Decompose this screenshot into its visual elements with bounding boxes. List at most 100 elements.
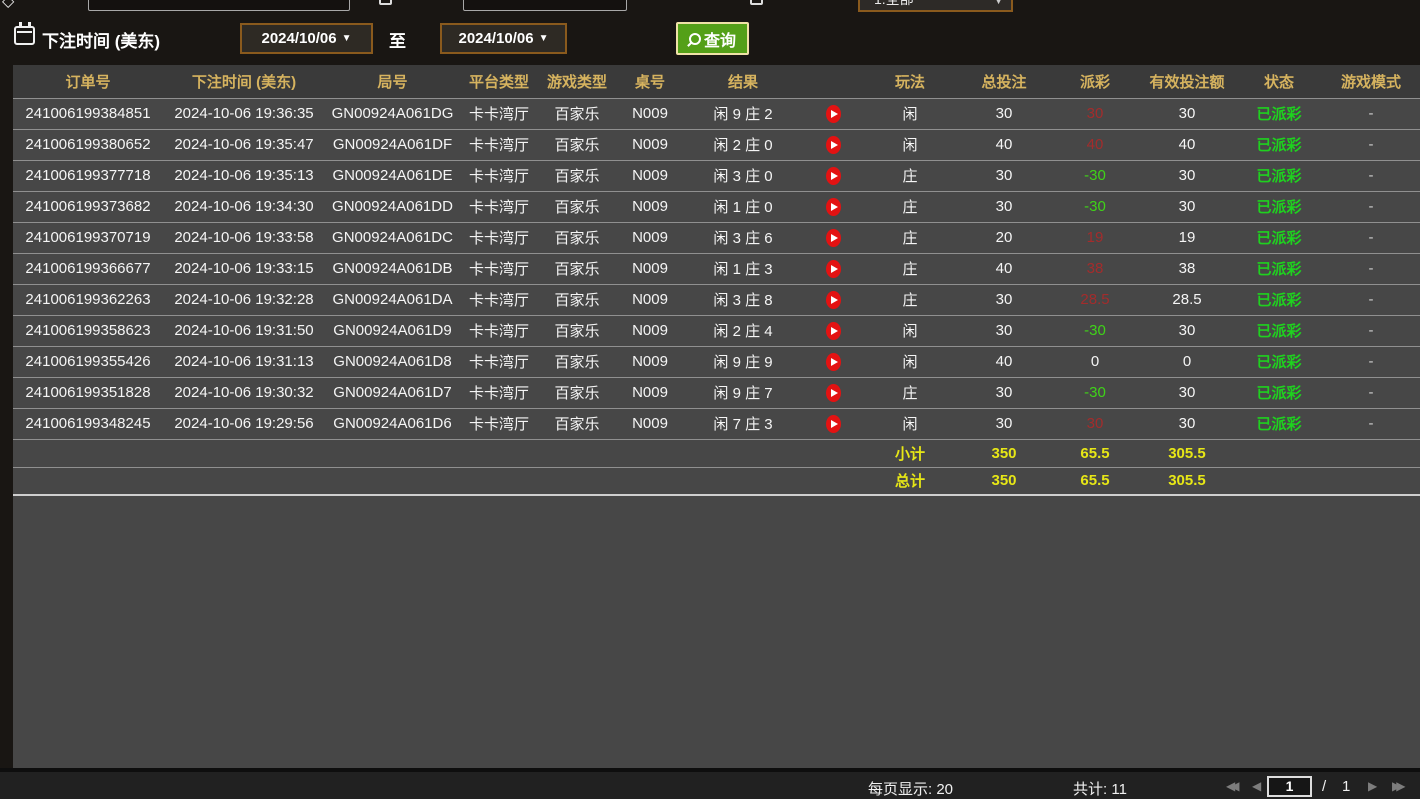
game-type-cell: 百家乐: [538, 377, 616, 408]
play-cell: 庄: [864, 377, 956, 408]
table-no-cell: N009: [616, 315, 684, 346]
round-cell: GN00924A061DA: [325, 284, 460, 315]
last-page-icon[interactable]: ▶▶: [1392, 779, 1400, 793]
result-cell: 闲 1 庄 0: [684, 191, 802, 222]
round-cell: GN00924A061DC: [325, 222, 460, 253]
bet-time-cell: 2024-10-06 19:33:58: [163, 222, 325, 253]
table-row: 2410061993586232024-10-06 19:31:50GN0092…: [13, 315, 1420, 346]
filter-dropdown[interactable]: 1.全部 ▼: [858, 0, 1013, 12]
replay-cell: [802, 222, 864, 253]
order-cell: 241006199348245: [13, 408, 163, 439]
subtotal-label: 小计: [864, 439, 956, 467]
bet-time-cell: 2024-10-06 19:31:50: [163, 315, 325, 346]
bet-time-cell: 2024-10-06 19:36:35: [163, 98, 325, 129]
order-cell: 241006199366677: [13, 253, 163, 284]
round-cell: GN00924A061DF: [325, 129, 460, 160]
payout-cell: 0: [1052, 346, 1138, 377]
total-bet-cell: 30: [956, 408, 1052, 439]
round-cell: GN00924A061D6: [325, 408, 460, 439]
filter-input-2[interactable]: [463, 0, 627, 11]
order-cell: 241006199362263: [13, 284, 163, 315]
replay-icon[interactable]: [826, 260, 841, 278]
play-cell: 闲: [864, 129, 956, 160]
date-from-picker[interactable]: 2024/10/06 ▼: [240, 23, 373, 54]
filter-input-1[interactable]: [88, 0, 350, 11]
current-page-input[interactable]: 1: [1267, 776, 1312, 797]
grand-total-label: 总计: [864, 467, 956, 495]
col-header-valid-bet: 有效投注额: [1138, 65, 1236, 98]
order-cell: 241006199370719: [13, 222, 163, 253]
replay-icon[interactable]: [826, 384, 841, 402]
play-cell: 庄: [864, 222, 956, 253]
payout-cell: 30: [1052, 98, 1138, 129]
replay-cell: [802, 377, 864, 408]
status-cell: 已派彩: [1236, 160, 1322, 191]
table-no-cell: N009: [616, 98, 684, 129]
table-row: 2410061993707192024-10-06 19:33:58GN0092…: [13, 222, 1420, 253]
replay-icon[interactable]: [826, 415, 841, 433]
table-no-cell: N009: [616, 408, 684, 439]
date-from-value: 2024/10/06: [262, 30, 337, 47]
table-header-row: 订单号 下注时间 (美东) 局号 平台类型 游戏类型 桌号 结果 玩法 总投注 …: [13, 65, 1420, 98]
replay-icon[interactable]: [826, 105, 841, 123]
bet-time-cell: 2024-10-06 19:31:13: [163, 346, 325, 377]
total-bet-cell: 30: [956, 377, 1052, 408]
order-cell: 241006199355426: [13, 346, 163, 377]
round-cell: GN00924A061D8: [325, 346, 460, 377]
table-no-cell: N009: [616, 222, 684, 253]
play-cell: 闲: [864, 346, 956, 377]
result-cell: 闲 3 庄 6: [684, 222, 802, 253]
replay-cell: [802, 315, 864, 346]
game-type-cell: 百家乐: [538, 129, 616, 160]
col-header-game-type: 游戏类型: [538, 65, 616, 98]
next-page-icon[interactable]: ▶: [1368, 779, 1377, 793]
valid-bet-cell: 30: [1138, 98, 1236, 129]
payout-cell: 38: [1052, 253, 1138, 284]
replay-icon[interactable]: [826, 136, 841, 154]
replay-icon[interactable]: [826, 291, 841, 309]
prev-page-icon[interactable]: ◀: [1252, 779, 1261, 793]
date-to-value: 2024/10/06: [459, 30, 534, 47]
search-button[interactable]: 查询: [676, 22, 749, 55]
game-mode-cell: -: [1322, 129, 1420, 160]
platform-cell: 卡卡湾厅: [460, 129, 538, 160]
status-cell: 已派彩: [1236, 284, 1322, 315]
table-no-cell: N009: [616, 160, 684, 191]
platform-cell: 卡卡湾厅: [460, 408, 538, 439]
replay-cell: [802, 284, 864, 315]
game-type-cell: 百家乐: [538, 253, 616, 284]
replay-icon[interactable]: [826, 198, 841, 216]
platform-cell: 卡卡湾厅: [460, 222, 538, 253]
first-page-icon[interactable]: ◀◀: [1226, 779, 1234, 793]
table-row: 2410061993482452024-10-06 19:29:56GN0092…: [13, 408, 1420, 439]
platform-cell: 卡卡湾厅: [460, 346, 538, 377]
replay-icon[interactable]: [826, 229, 841, 247]
replay-icon[interactable]: [826, 322, 841, 340]
bet-time-cell: 2024-10-06 19:29:56: [163, 408, 325, 439]
chevron-down-icon: ▼: [994, 0, 1003, 9]
subtotal-valid-bet: 305.5: [1138, 439, 1236, 467]
filter-dropdown-value: 1.全部: [874, 0, 914, 9]
game-mode-cell: -: [1322, 377, 1420, 408]
bet-time-cell: 2024-10-06 19:32:28: [163, 284, 325, 315]
valid-bet-cell: 30: [1138, 315, 1236, 346]
status-cell: 已派彩: [1236, 129, 1322, 160]
payout-cell: 28.5: [1052, 284, 1138, 315]
bet-time-cell: 2024-10-06 19:35:47: [163, 129, 325, 160]
date-to-picker[interactable]: 2024/10/06 ▼: [440, 23, 567, 54]
play-cell: 闲: [864, 315, 956, 346]
replay-cell: [802, 253, 864, 284]
game-type-cell: 百家乐: [538, 160, 616, 191]
game-type-cell: 百家乐: [538, 191, 616, 222]
diamond-icon: ◇: [2, 0, 14, 11]
game-type-cell: 百家乐: [538, 346, 616, 377]
game-mode-cell: -: [1322, 253, 1420, 284]
order-cell: 241006199377718: [13, 160, 163, 191]
replay-cell: [802, 160, 864, 191]
order-cell: 241006199358623: [13, 315, 163, 346]
platform-cell: 卡卡湾厅: [460, 191, 538, 222]
replay-icon[interactable]: [826, 167, 841, 185]
payout-cell: 19: [1052, 222, 1138, 253]
round-cell: GN00924A061DE: [325, 160, 460, 191]
replay-icon[interactable]: [826, 353, 841, 371]
